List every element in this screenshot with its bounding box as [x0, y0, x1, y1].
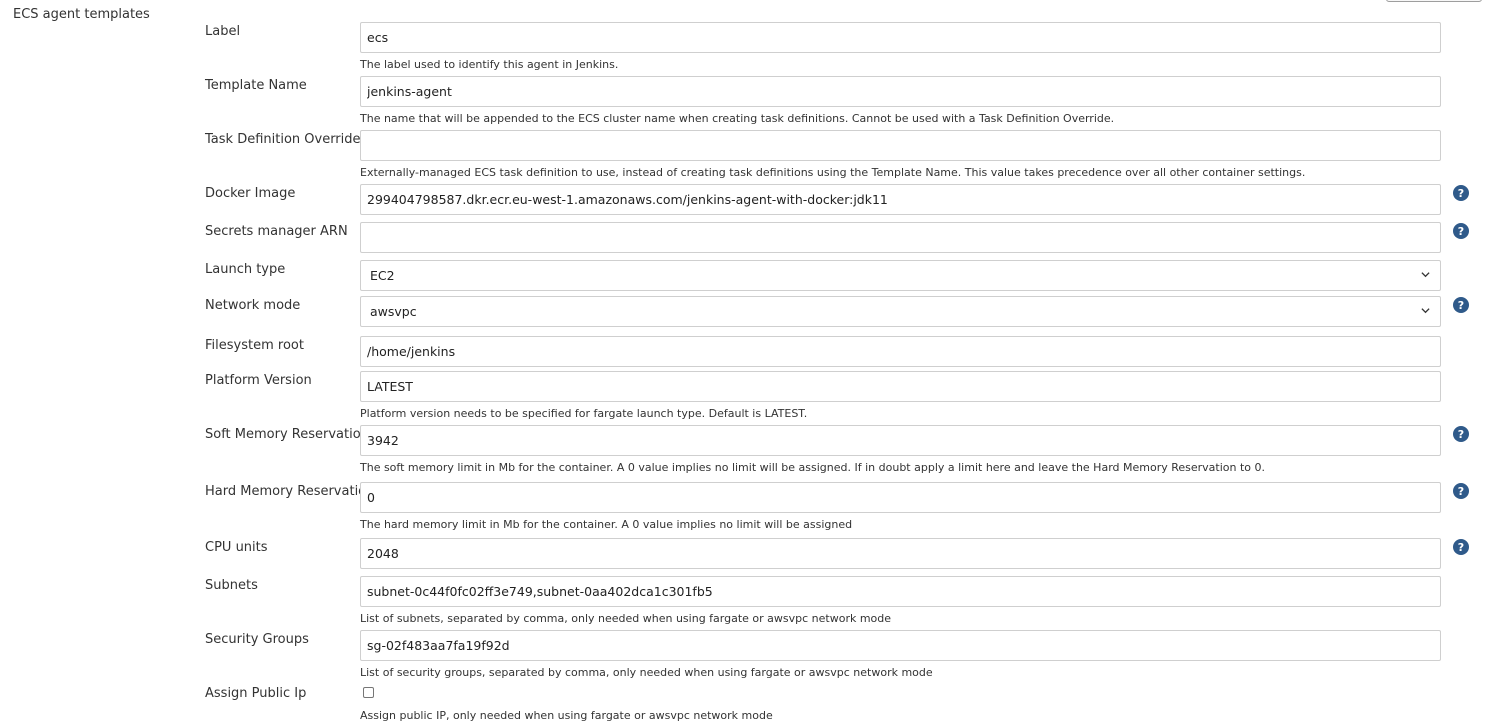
fs-root-input[interactable]: [360, 336, 1441, 367]
secrets-arn-help-icon[interactable]: ?: [1453, 223, 1469, 239]
label-field-label: Label: [205, 24, 241, 39]
soft-memory-input[interactable]: [360, 425, 1441, 456]
security-groups-description: List of security groups, separated by co…: [360, 666, 933, 679]
chevron-down-icon: [1421, 272, 1430, 278]
soft-memory-description: The soft memory limit in Mb for the cont…: [360, 461, 1266, 474]
label-input[interactable]: [360, 22, 1441, 53]
task-def-override-input[interactable]: [360, 130, 1441, 161]
hard-memory-description: The hard memory limit in Mb for the cont…: [360, 518, 853, 531]
network-mode-select[interactable]: awsvpc: [360, 296, 1441, 327]
template-name-description: The name that will be appended to the EC…: [360, 112, 1115, 125]
cpu-units-input[interactable]: [360, 538, 1441, 569]
secrets-arn-label: Secrets manager ARN: [205, 224, 348, 239]
soft-memory-help-icon[interactable]: ?: [1453, 426, 1469, 442]
network-mode-help-icon[interactable]: ?: [1453, 297, 1469, 313]
soft-memory-label: Soft Memory Reservation: [205, 427, 369, 442]
section-title: ECS agent templates: [13, 7, 150, 22]
subnets-description: List of subnets, separated by comma, onl…: [360, 612, 892, 625]
security-groups-label: Security Groups: [205, 632, 309, 647]
hard-memory-label: Hard Memory Reservation: [205, 484, 375, 499]
network-mode-label: Network mode: [205, 298, 301, 313]
docker-image-label: Docker Image: [205, 186, 296, 201]
cpu-units-label: CPU units: [205, 540, 268, 555]
docker-image-help-icon[interactable]: ?: [1453, 185, 1469, 201]
launch-type-select[interactable]: EC2: [360, 260, 1441, 291]
chevron-down-icon: [1421, 308, 1430, 314]
template-name-label: Template Name: [205, 78, 307, 93]
platform-version-input[interactable]: [360, 371, 1441, 402]
assign-public-ip-label: Assign Public Ip: [205, 686, 307, 701]
subnets-label: Subnets: [205, 578, 258, 593]
network-mode-value: awsvpc: [370, 304, 417, 319]
secrets-arn-input[interactable]: [360, 222, 1441, 253]
docker-image-input[interactable]: [360, 184, 1441, 215]
subnets-input[interactable]: [360, 576, 1441, 607]
label-description: The label used to identify this agent in…: [360, 58, 619, 71]
hard-memory-help-icon[interactable]: ?: [1453, 483, 1469, 499]
security-groups-input[interactable]: [360, 630, 1441, 661]
launch-type-label: Launch type: [205, 262, 286, 277]
hard-memory-input[interactable]: [360, 482, 1441, 513]
top-button[interactable]: [1386, 0, 1482, 2]
launch-type-value: EC2: [370, 268, 395, 283]
assign-public-ip-description: Assign public IP, only needed when using…: [360, 709, 773, 722]
task-def-override-label: Task Definition Override: [205, 132, 361, 147]
platform-version-description: Platform version needs to be specified f…: [360, 407, 808, 420]
assign-public-ip-checkbox[interactable]: [363, 687, 374, 698]
fs-root-label: Filesystem root: [205, 338, 304, 353]
platform-version-label: Platform Version: [205, 373, 312, 388]
task-def-override-description: Externally-managed ECS task definition t…: [360, 166, 1306, 179]
template-name-input[interactable]: [360, 76, 1441, 107]
cpu-units-help-icon[interactable]: ?: [1453, 539, 1469, 555]
